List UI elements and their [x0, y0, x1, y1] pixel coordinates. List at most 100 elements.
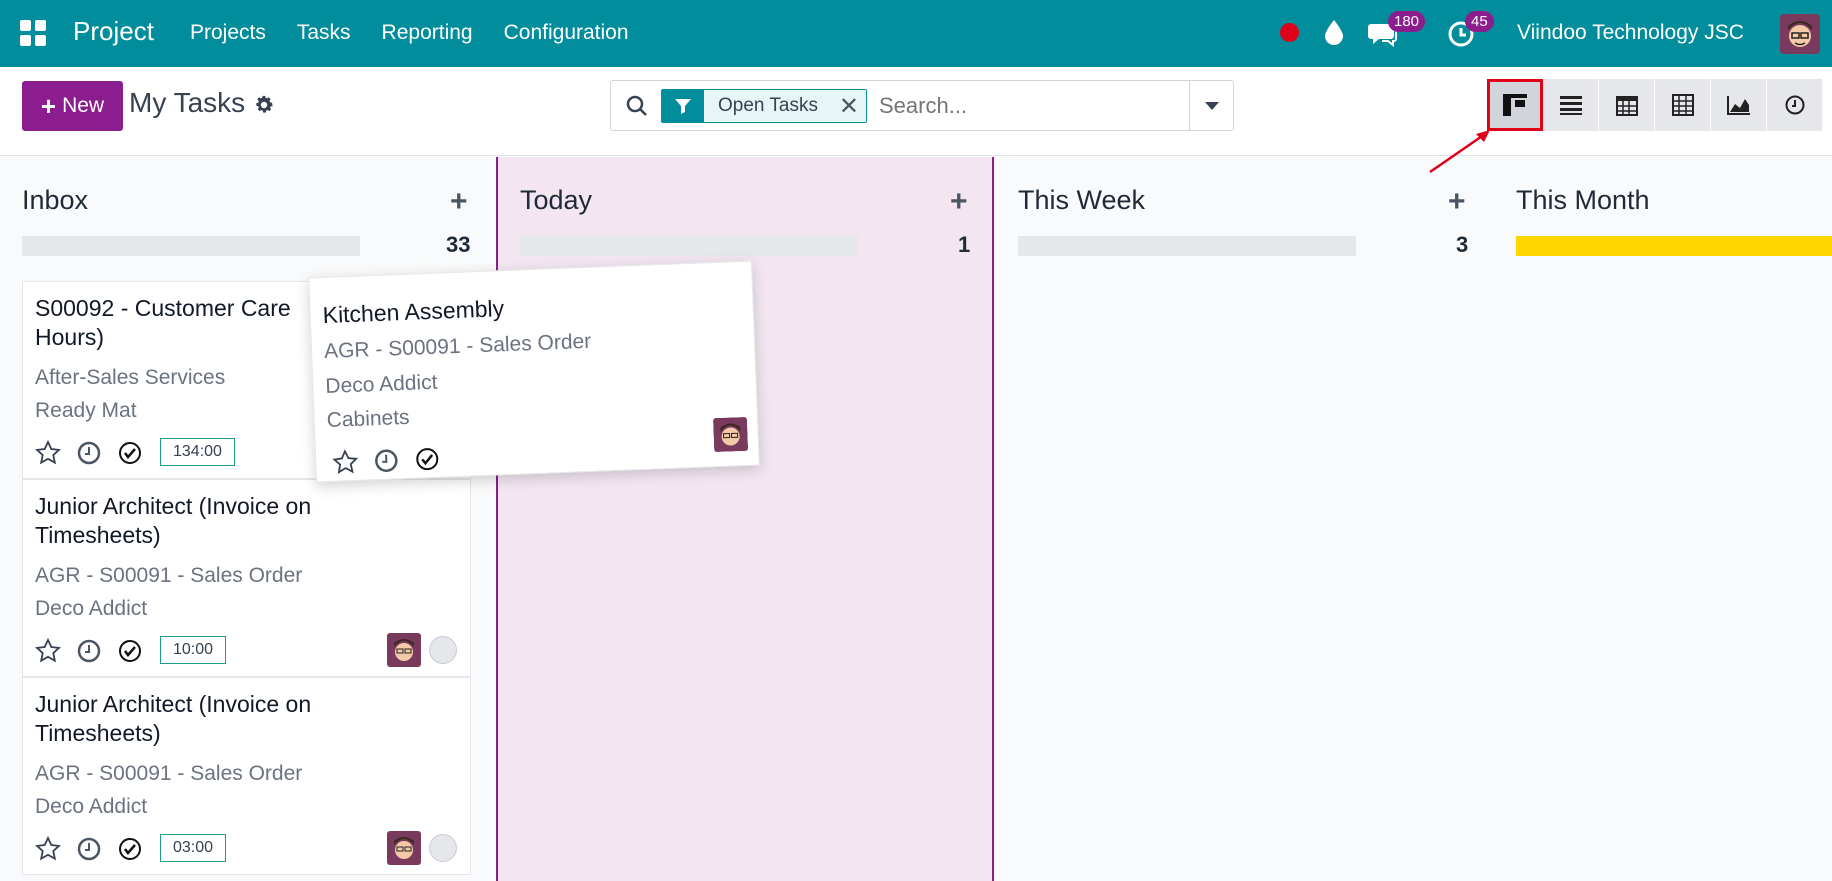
kanban-board: Inbox + 33 S00092 - Customer Care Hours) …: [0, 157, 1832, 881]
calendar-view-button[interactable]: [1599, 79, 1655, 131]
apps-menu-icon[interactable]: [20, 20, 46, 46]
column-this-week: This Week + 3: [994, 157, 1492, 881]
card-title-line: Junior Architect (Invoice on: [35, 691, 312, 717]
card-project: AGR - S00091 - Sales Order: [35, 762, 303, 785]
activity-clock-icon[interactable]: [76, 638, 102, 664]
menu-reporting[interactable]: Reporting: [382, 21, 473, 45]
kanban-icon: [1502, 94, 1527, 116]
column-this-month: This Month: [1492, 157, 1832, 881]
check-circle-icon[interactable]: [117, 440, 143, 466]
column-title: Inbox: [22, 185, 89, 215]
card-customer: Deco Addict: [324, 370, 438, 399]
droplet-icon[interactable]: [1323, 19, 1345, 45]
progress-bar: [22, 236, 360, 256]
chat-count-badge: 180: [1388, 11, 1426, 32]
activity-clock-icon[interactable]: [76, 836, 102, 862]
card-project: AGR - S00091 - Sales Order: [35, 564, 303, 587]
plus-icon: +: [40, 91, 57, 121]
assignee-avatar[interactable]: [712, 416, 749, 453]
card-icons: [332, 446, 441, 476]
star-icon[interactable]: [35, 638, 61, 664]
control-panel: + New My Tasks Open Tasks ✕: [0, 67, 1832, 156]
card-title: Kitchen Assembly: [322, 295, 505, 329]
card-title: Junior Architect (Invoice on Timesheets): [35, 492, 455, 550]
progress-bar: [1018, 236, 1356, 256]
activity-clock-icon[interactable]: [373, 447, 400, 474]
page-title: My Tasks: [129, 87, 246, 118]
search-bar: Open Tasks ✕: [610, 80, 1234, 131]
filter-icon: [662, 90, 704, 122]
star-icon[interactable]: [35, 440, 61, 466]
list-icon: [1559, 96, 1582, 115]
dragged-task-card[interactable]: Kitchen Assembly AGR - S00091 - Sales Or…: [308, 260, 760, 483]
task-card[interactable]: Junior Architect (Invoice on Timesheets) …: [22, 479, 471, 677]
check-circle-icon[interactable]: [414, 446, 441, 473]
card-title-line: Hours): [35, 324, 105, 350]
allocated-hours: 10:00: [160, 636, 227, 664]
top-navbar: Project Projects Tasks Reporting Configu…: [0, 0, 1832, 67]
card-title-line: Junior Architect (Invoice on: [35, 493, 312, 519]
assignee-avatar[interactable]: [387, 633, 421, 667]
assignee-avatar[interactable]: [387, 831, 421, 865]
caret-down-icon: [1204, 101, 1219, 110]
card-title: S00092 - Customer Care Hours): [35, 294, 335, 352]
column-title: This Month: [1516, 185, 1650, 215]
pivot-table-icon: [1671, 94, 1694, 116]
progress-bar: [520, 236, 858, 256]
progress-bar: [1516, 236, 1832, 256]
view-switcher: [1487, 79, 1823, 131]
graph-view-button[interactable]: [1711, 79, 1767, 131]
new-button-label: New: [62, 94, 105, 117]
card-customer: Ready Mat: [35, 399, 137, 422]
gear-icon[interactable]: [253, 94, 275, 116]
star-icon[interactable]: [35, 836, 61, 862]
card-customer: Deco Addict: [35, 795, 148, 818]
search-options-toggle[interactable]: [1189, 81, 1233, 130]
card-project: AGR - S00091 - Sales Order: [323, 329, 592, 364]
star-icon[interactable]: [332, 449, 359, 476]
card-title: Junior Architect (Invoice on Timesheets): [35, 690, 455, 748]
clock-icon: [1785, 95, 1804, 115]
menu-projects[interactable]: Projects: [190, 21, 266, 45]
column-count: 1: [958, 232, 971, 257]
facet-label: Open Tasks: [704, 90, 832, 122]
menu-tasks[interactable]: Tasks: [297, 21, 351, 45]
activity-count-badge: 45: [1465, 11, 1494, 32]
kanban-view-button[interactable]: [1487, 79, 1543, 131]
activity-view-button[interactable]: [1767, 79, 1823, 131]
user-avatar[interactable]: [1780, 14, 1820, 54]
kanban-state-icon[interactable]: [429, 636, 457, 664]
check-circle-icon[interactable]: [117, 836, 143, 862]
card-project: After-Sales Services: [35, 366, 226, 389]
task-card[interactable]: Junior Architect (Invoice on Timesheets) …: [22, 677, 471, 875]
card-icons: [35, 440, 143, 466]
card-tag: Cabinets: [326, 405, 410, 432]
column-count: 3: [1456, 232, 1469, 257]
check-circle-icon[interactable]: [117, 638, 143, 664]
pivot-view-button[interactable]: [1655, 79, 1711, 131]
kanban-state-icon[interactable]: [429, 834, 457, 862]
app-brand[interactable]: Project: [73, 16, 154, 47]
record-indicator-icon[interactable]: [1280, 23, 1299, 42]
remove-facet-icon[interactable]: ✕: [831, 90, 866, 122]
card-icons: [35, 836, 143, 862]
calendar-icon: [1615, 96, 1638, 116]
card-title-line: S00092 - Customer Care: [35, 295, 291, 321]
column-inbox: Inbox + 33 S00092 - Customer Care Hours) …: [0, 157, 497, 881]
search-input[interactable]: [879, 90, 1179, 122]
quick-add-icon[interactable]: +: [950, 187, 968, 217]
menu-configuration[interactable]: Configuration: [504, 21, 629, 45]
list-view-button[interactable]: [1543, 79, 1599, 131]
new-task-button[interactable]: + New: [22, 81, 123, 131]
allocated-hours: 134:00: [160, 438, 235, 466]
quick-add-icon[interactable]: +: [450, 187, 468, 217]
activity-clock-icon[interactable]: [76, 440, 102, 466]
card-title-line: Timesheets): [35, 522, 161, 548]
filter-facet: Open Tasks ✕: [661, 89, 867, 123]
company-switcher[interactable]: Viindoo Technology JSC: [1517, 21, 1744, 45]
search-icon[interactable]: [625, 94, 649, 118]
column-title: This Week: [1018, 185, 1146, 215]
quick-add-icon[interactable]: +: [1448, 187, 1466, 217]
card-title-line: Timesheets): [35, 720, 161, 746]
card-icons: [35, 638, 143, 664]
